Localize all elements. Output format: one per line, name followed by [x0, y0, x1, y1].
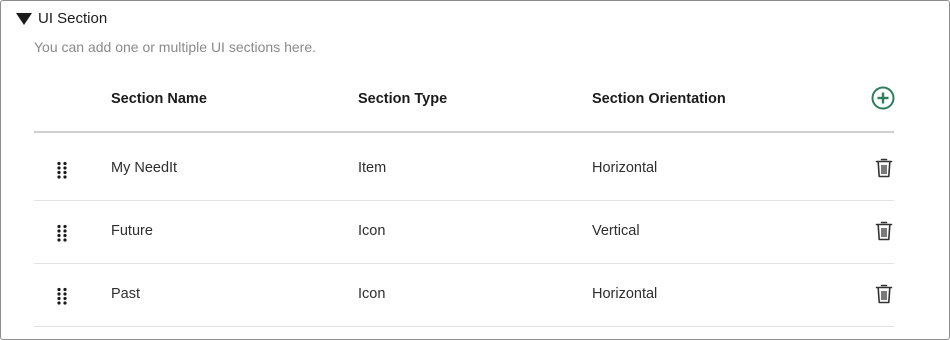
section-description: You can add one or multiple UI sections …	[34, 39, 316, 55]
section-rows: My NeedIt Item Horizontal Future Icon Ve…	[34, 138, 894, 327]
ui-section-panel: UI Section You can add one or multiple U…	[0, 0, 950, 340]
table-row: Past Icon Horizontal	[34, 264, 894, 327]
collapse-triangle-icon	[16, 12, 32, 25]
cell-section-orientation: Horizontal	[592, 160, 658, 176]
section-title: UI Section	[38, 10, 108, 27]
add-section-button[interactable]	[871, 86, 895, 110]
table-header: Section Name Section Type Section Orient…	[34, 83, 895, 131]
column-header-section-type: Section Type	[358, 91, 448, 107]
add-circle-icon	[871, 86, 895, 110]
cell-section-orientation: Horizontal	[592, 286, 658, 302]
drag-handle-icon[interactable]	[56, 224, 68, 242]
table-row: Future Icon Vertical	[34, 201, 894, 264]
cell-section-type: Icon	[358, 223, 386, 239]
section-toggle[interactable]: UI Section	[16, 10, 107, 27]
trash-icon	[875, 221, 893, 241]
delete-row-button[interactable]	[875, 157, 893, 179]
drag-handle-icon[interactable]	[56, 287, 68, 305]
delete-row-button[interactable]	[875, 220, 893, 242]
cell-section-name: Future	[111, 223, 153, 239]
drag-handle-icon[interactable]	[56, 161, 68, 179]
cell-section-type: Icon	[358, 286, 386, 302]
cell-section-name: My NeedIt	[111, 160, 178, 176]
delete-row-button[interactable]	[875, 283, 893, 305]
trash-icon	[875, 284, 893, 304]
cell-section-name: Past	[111, 286, 141, 302]
cell-section-type: Item	[358, 160, 387, 176]
column-header-section-name: Section Name	[111, 91, 207, 107]
column-header-section-orientation: Section Orientation	[592, 91, 726, 107]
trash-icon	[875, 158, 893, 178]
header-divider	[34, 131, 894, 133]
cell-section-orientation: Vertical	[592, 223, 640, 239]
table-row: My NeedIt Item Horizontal	[34, 138, 894, 201]
